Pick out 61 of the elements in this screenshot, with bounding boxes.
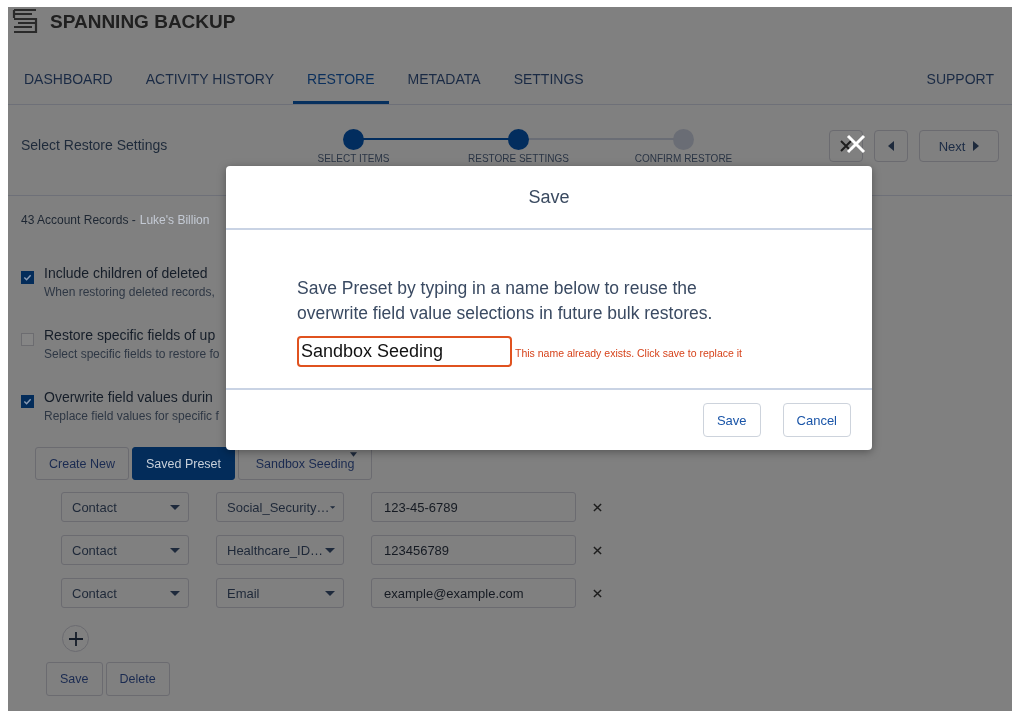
support-link[interactable]: SUPPORT <box>912 71 1008 104</box>
checkbox[interactable] <box>21 271 34 284</box>
preset-tab[interactable]: Saved Preset <box>132 447 236 480</box>
option-label: Restore specific fields of up <box>44 327 217 343</box>
value-field[interactable]: example@example.com <box>371 578 576 608</box>
add-button[interactable] <box>62 625 89 652</box>
step-label: CONFIRM RESTORE <box>634 153 733 164</box>
record-count: 43 Account Records - <box>21 213 136 227</box>
nav-tab[interactable]: METADATA <box>393 71 495 104</box>
check-icon <box>23 273 32 282</box>
nav-tab[interactable]: ACTIVITY HISTORY <box>131 71 289 104</box>
remove-icon[interactable] <box>593 502 602 512</box>
dialog-title: Save <box>528 186 570 208</box>
field-dropdown[interactable]: Social_Security… <box>216 492 344 522</box>
caret-down-icon <box>325 590 335 596</box>
preset-name-field[interactable]: Sandbox Seeding <box>297 336 512 367</box>
value-field[interactable]: 123-45-6789 <box>371 492 576 522</box>
object-dropdown[interactable]: Contact <box>61 535 189 565</box>
object-dropdown[interactable]: Contact <box>61 578 189 608</box>
error-message: This name already exists. Click save to replace it <box>515 346 742 359</box>
field-dropdown[interactable]: Email <box>216 578 344 608</box>
option-label: Include children of deleted <box>44 265 209 281</box>
checkbox[interactable] <box>21 395 34 408</box>
option-label: Overwrite field values durin <box>44 389 214 405</box>
nav-tab[interactable]: RESTORE <box>293 71 389 104</box>
caret-down-icon <box>329 504 335 510</box>
preset-tab[interactable]: Create New <box>35 447 129 480</box>
dialog-message: Save Preset by typing in a name below to reuse the overwrite field value selections in future bulk restores. <box>297 277 714 325</box>
dialog-button[interactable]: Cancel <box>782 403 851 437</box>
caret-down-icon <box>350 452 358 457</box>
caret-down-icon <box>170 504 180 510</box>
next-button[interactable]: Next <box>919 130 999 162</box>
nav-tab[interactable]: DASHBOARD <box>10 71 127 104</box>
step-label: RESTORE SETTINGS <box>468 153 569 164</box>
remove-icon[interactable] <box>593 588 602 598</box>
object-dropdown[interactable]: Contact <box>61 492 189 522</box>
action-button[interactable]: Delete <box>105 662 170 696</box>
caret-down-icon <box>170 547 180 553</box>
caret-down-icon <box>170 590 180 596</box>
nav-tab[interactable]: SETTINGS <box>499 71 598 104</box>
logo-icon <box>12 8 38 34</box>
value-field[interactable]: 123456789 <box>371 535 576 565</box>
option-description: Replace field values for specific f <box>44 409 219 423</box>
caret-right-icon <box>973 141 980 151</box>
dialog-button[interactable]: Save <box>702 403 761 437</box>
step-label: SELECT ITEMS <box>317 153 390 164</box>
close-icon[interactable] <box>846 134 866 154</box>
field-dropdown[interactable]: Healthcare_ID… <box>216 535 344 565</box>
caret-down-icon <box>325 547 335 553</box>
caret-left-icon <box>888 141 894 151</box>
checkbox[interactable] <box>21 333 34 346</box>
option-description: When restoring deleted records, <box>44 285 215 299</box>
record-name: Luke's Billion <box>139 213 210 227</box>
action-button[interactable]: Save <box>46 662 103 696</box>
app-title: SPANNING BACKUP <box>50 11 236 33</box>
back-button[interactable] <box>874 130 908 162</box>
plus-icon <box>68 631 83 646</box>
remove-icon[interactable] <box>593 545 602 555</box>
wizard-title: Select Restore Settings <box>21 137 169 153</box>
option-description: Select specific fields to restore fo <box>44 347 220 361</box>
check-icon <box>23 397 32 406</box>
